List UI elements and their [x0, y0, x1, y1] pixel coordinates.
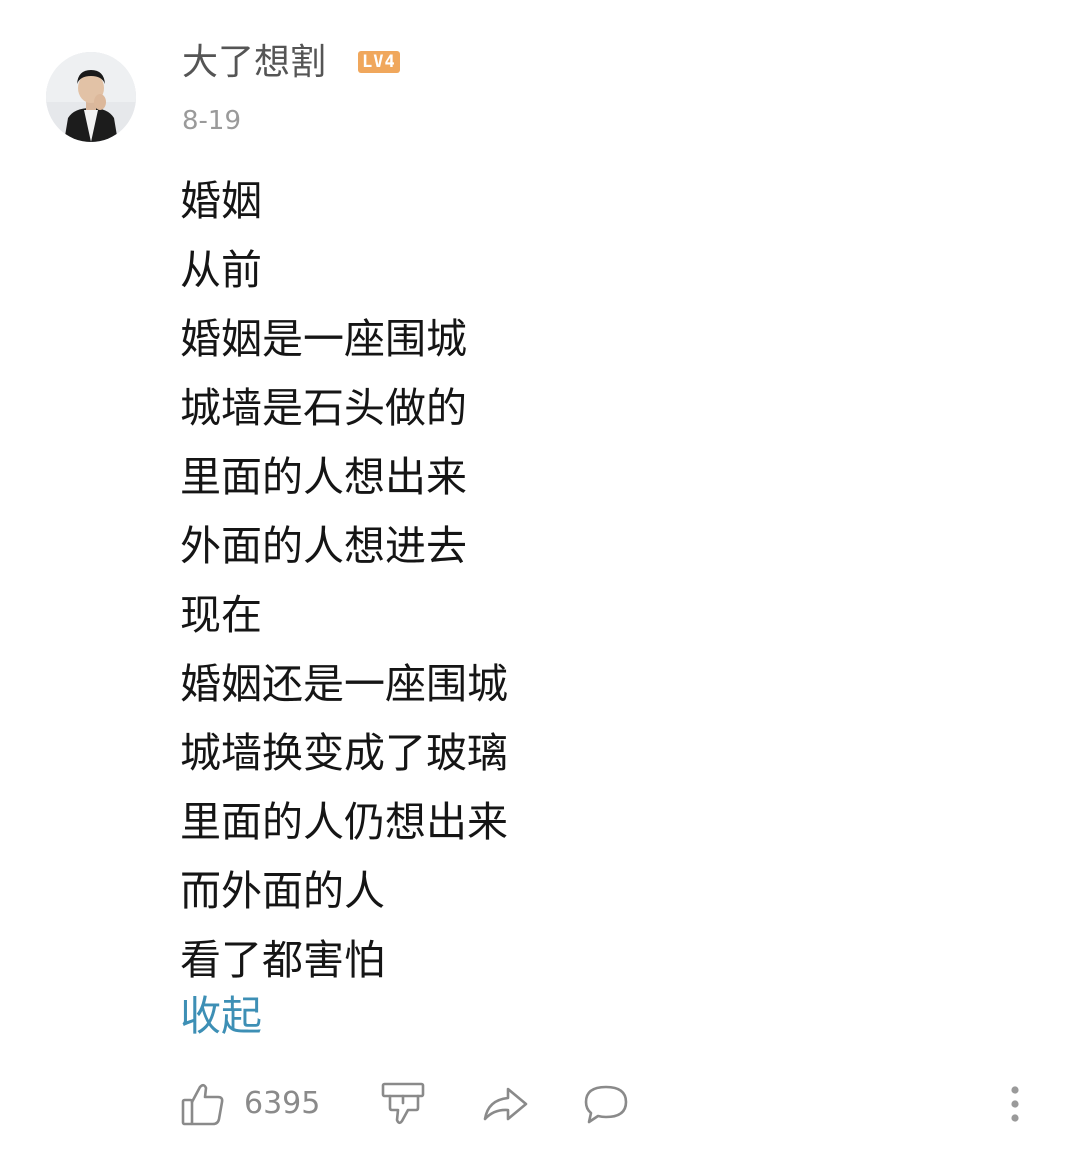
comment-line: 看了都害怕	[180, 936, 385, 984]
username[interactable]: 大了想割	[182, 40, 326, 86]
reply-icon	[580, 1079, 632, 1129]
more-icon	[1000, 1079, 1030, 1129]
share-icon	[480, 1079, 530, 1129]
thumbs-up-icon	[178, 1079, 228, 1129]
like-button[interactable]: 6395	[178, 1079, 320, 1129]
comment-line: 婚姻	[180, 177, 262, 225]
comment-body: 婚姻 从前 婚姻是一座围城 城墙是石头做的 里面的人想出来 外面的人想进去 现在…	[180, 167, 980, 995]
collapse-link[interactable]: 收起	[180, 982, 262, 1051]
thumbs-down-icon	[378, 1079, 428, 1129]
comment-line: 现在	[180, 591, 262, 639]
comment-line: 城墙换变成了玻璃	[180, 729, 508, 777]
comment-timestamp: 8-19	[182, 106, 242, 136]
like-count: 6395	[244, 1086, 321, 1121]
reply-button[interactable]	[580, 1079, 632, 1129]
comment-line: 而外面的人	[180, 867, 385, 915]
comment-line: 从前	[180, 246, 262, 294]
comment-line: 婚姻是一座围城	[180, 315, 467, 363]
dislike-button[interactable]	[378, 1079, 428, 1129]
share-button[interactable]	[480, 1079, 530, 1129]
avatar-image	[46, 52, 136, 142]
user-level-badge: LV4	[358, 51, 400, 73]
comment-line: 里面的人想出来	[180, 453, 467, 501]
comment-line: 婚姻还是一座围城	[180, 660, 508, 708]
comment-line: 里面的人仍想出来	[180, 798, 508, 846]
comment-card: 大了想割 LV4 8-19 婚姻 从前 婚姻是一座围城 城墙是石头做的 里面的人…	[0, 0, 1080, 1155]
comment-line: 城墙是石头做的	[180, 384, 467, 432]
comment-line: 外面的人想进去	[180, 522, 467, 570]
more-button[interactable]	[1000, 1079, 1030, 1129]
action-bar: 6395	[178, 1075, 1058, 1135]
avatar[interactable]	[46, 52, 136, 142]
